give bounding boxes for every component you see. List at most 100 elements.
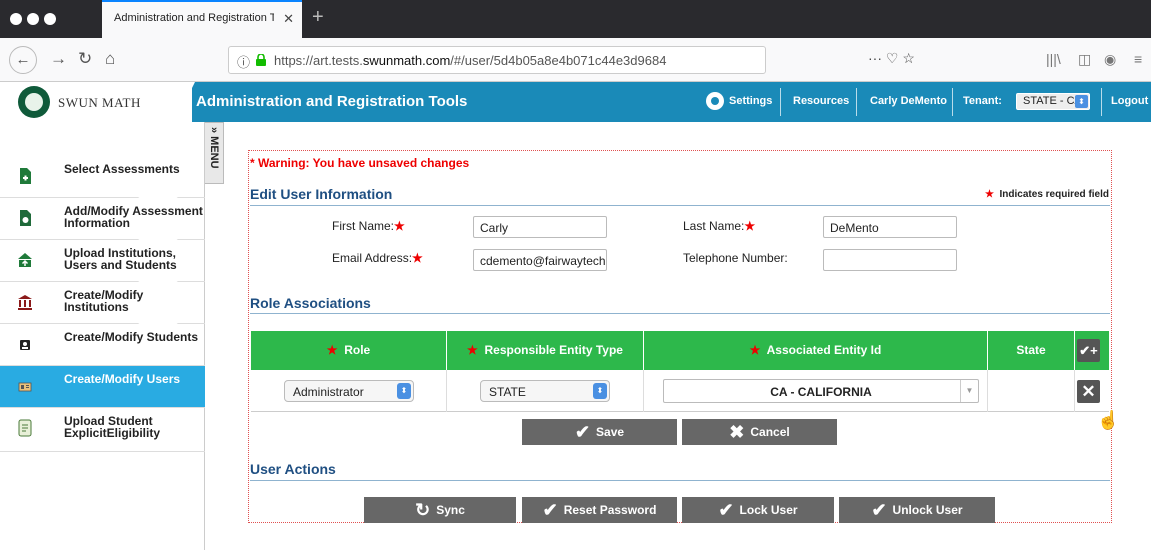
sidebar-item-label: Create/Modify Students (64, 330, 199, 344)
menu-toggle[interactable]: » MENU (205, 122, 224, 184)
entity-id-value: CA - CALIFORNIA (770, 385, 872, 399)
lock-icon (256, 54, 266, 66)
entity-type-select[interactable]: STATE ⬍ (480, 380, 610, 402)
header-separator (856, 88, 857, 116)
new-tab-icon[interactable]: + (312, 6, 324, 29)
sidebar-item-select-assessments[interactable]: Select Assessments (0, 156, 205, 198)
user-actions-title: User Actions (250, 461, 336, 477)
save-button[interactable]: ✔ Save (522, 419, 677, 445)
role-header-text: Role (344, 343, 371, 357)
unsaved-warning: * Warning: You have unsaved changes (250, 156, 470, 170)
add-role-icon[interactable]: ✔+ (1077, 339, 1100, 362)
users-icon (18, 382, 32, 392)
required-note-text: Indicates required field (999, 189, 1110, 200)
email-field[interactable]: cdemento@fairwaytech (473, 249, 607, 271)
sidebar-item-label: Upload Student ExplicitEligibility (64, 414, 161, 440)
role-associations-title: Role Associations (250, 295, 371, 311)
save-label: Save (596, 425, 625, 439)
back-icon[interactable]: ← (9, 46, 37, 74)
sidebar-icon[interactable]: ◫ (1078, 51, 1091, 68)
reset-password-button[interactable]: ✔ Reset Password (522, 497, 677, 523)
entity-id-combobox[interactable]: CA - CALIFORNIA ▼ (663, 379, 979, 403)
sidebar-item-label: Add/Modify Assessment Information (64, 204, 203, 230)
required-star-icon: ★ (749, 343, 761, 357)
sidebar-item-upload-institutions[interactable]: Upload Institutions, Users and Students (0, 239, 205, 282)
entity-type-value: STATE (489, 385, 526, 399)
last-name-field[interactable]: DeMento (823, 216, 957, 238)
document-add-icon (20, 168, 31, 184)
sidebar-item-students[interactable]: Create/Modify Students (0, 323, 205, 366)
info-icon[interactable]: ⓘ (237, 52, 250, 71)
forward-icon[interactable]: → (50, 49, 67, 69)
column-divider (1074, 331, 1075, 370)
role-table-header: ★ Role ★ Responsible Entity Type ★ Assoc… (251, 331, 1109, 370)
entity-type-header-text: Responsible Entity Type (484, 343, 623, 357)
reload-icon[interactable]: ↻ (78, 49, 92, 69)
column-divider (987, 370, 988, 412)
sidebar-item-institutions[interactable]: Create/Modify Institutions (0, 281, 205, 324)
role-column-header: ★ Role (251, 331, 446, 370)
logout-link[interactable]: Logout (1111, 95, 1148, 107)
section-divider (250, 313, 1110, 314)
column-divider (446, 370, 447, 412)
sidebar-item-assessment-info[interactable]: Add/Modify Assessment Information (0, 197, 205, 240)
telephone-field[interactable] (823, 249, 957, 271)
email-label-text: Email Address: (332, 251, 413, 265)
logo[interactable]: SWUN MATH (0, 82, 192, 122)
remove-role-icon[interactable]: ✕ (1077, 380, 1100, 403)
header-separator (780, 88, 781, 116)
cancel-label: Cancel (750, 425, 790, 439)
header-separator (1101, 88, 1102, 116)
lock-user-label: Lock User (739, 503, 798, 517)
unlock-user-label: Unlock User (892, 503, 963, 517)
chevron-down-icon: ▼ (960, 380, 978, 402)
url-bar[interactable]: ⓘ https://art.tests.swunmath.com/#/user/… (228, 46, 766, 74)
page-actions-icons[interactable]: ··· ♡ ☆ (868, 50, 915, 67)
state-column-header: State (1016, 343, 1046, 357)
menu-icon[interactable]: ≡ (1134, 51, 1142, 67)
required-star-icon: ★ (326, 343, 338, 357)
home-icon[interactable]: ⌂ (105, 49, 115, 69)
window-close-dot[interactable] (10, 13, 22, 25)
hand-cursor-icon: ☝ (1097, 410, 1120, 430)
document-edit-icon (20, 210, 31, 226)
library-icon[interactable]: |||\ (1046, 51, 1061, 67)
first-name-field[interactable]: Carly (473, 216, 607, 238)
section-divider (250, 205, 1110, 206)
check-icon: ✔ (871, 500, 887, 520)
url-domain: swunmath.com (362, 53, 451, 68)
cancel-button[interactable]: ✖ Cancel (682, 419, 837, 445)
tab-close-icon[interactable]: ✕ (283, 11, 294, 27)
required-star-icon: ★ (394, 219, 405, 233)
required-star-icon: ★ (412, 251, 423, 265)
unlock-user-button[interactable]: ✔ Unlock User (839, 497, 995, 523)
sidebar-item-users[interactable]: Create/Modify Users (0, 366, 205, 408)
role-value: Administrator (293, 385, 364, 399)
student-icon (20, 340, 30, 350)
edit-user-title: Edit User Information (250, 186, 393, 202)
resources-link[interactable]: Resources (793, 95, 849, 107)
account-icon[interactable]: ◉ (1104, 51, 1116, 68)
window-minimize-dot[interactable] (27, 13, 39, 25)
sync-button[interactable]: ↻ Sync (364, 497, 516, 523)
browser-navbar: ← → ↻ ⌂ ⓘ https://art.tests.swunmath.com… (0, 38, 1151, 82)
window-zoom-dot[interactable] (44, 13, 56, 25)
browser-tab[interactable]: Administration and Registration Too ✕ (102, 0, 302, 38)
lock-user-button[interactable]: ✔ Lock User (682, 497, 834, 523)
tenant-select[interactable]: STATE - CA ⬍ (1016, 93, 1090, 110)
user-name-link[interactable]: Carly DeMento (870, 95, 947, 107)
chevron-updown-icon: ⬍ (397, 383, 411, 399)
tenant-label: Tenant: (963, 95, 1002, 107)
gear-icon[interactable] (706, 92, 724, 110)
column-divider (643, 370, 644, 412)
telephone-label: Telephone Number: (683, 251, 788, 265)
reset-password-label: Reset Password (563, 503, 657, 517)
role-select[interactable]: Administrator ⬍ (284, 380, 414, 402)
entity-type-column-header: ★ Responsible Entity Type (447, 331, 643, 370)
sidebar: Select Assessments Add/Modify Assessment… (0, 122, 205, 550)
sidebar-item-upload-eligibility[interactable]: Upload Student ExplicitEligibility (0, 408, 205, 452)
url-text[interactable]: https://art.tests.swunmath.com/#/user/5d… (274, 53, 666, 68)
upload-institution-icon (18, 253, 32, 267)
last-name-label: Last Name:★ (683, 219, 755, 233)
settings-link[interactable]: Settings (729, 95, 772, 107)
